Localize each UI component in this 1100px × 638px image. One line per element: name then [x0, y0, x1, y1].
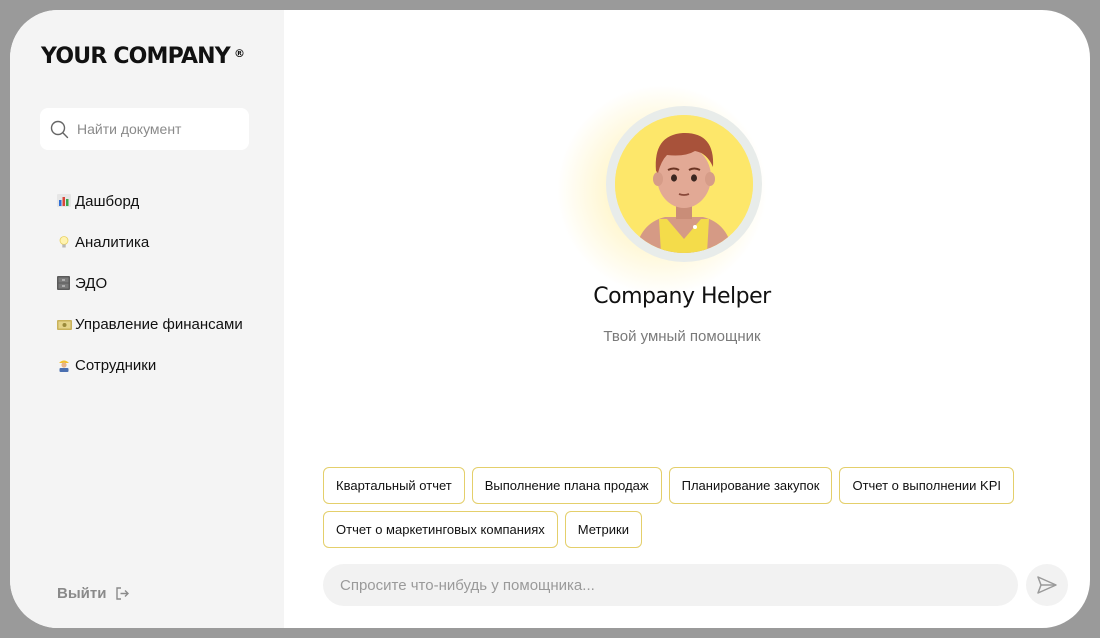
- send-button[interactable]: [1026, 564, 1068, 606]
- assistant-main: Company Helper Твой умный помощник Кварт…: [284, 10, 1090, 628]
- cabinet-icon: [57, 276, 72, 290]
- send-icon: [1037, 576, 1057, 594]
- assistant-name: Company Helper: [593, 284, 771, 309]
- chip-row: Отчет о маркетинговых компаниях Метрики: [323, 511, 1043, 548]
- company-logo: YOUR COMPANY ®: [41, 44, 245, 69]
- sidebar-item-label: Дашборд: [75, 192, 140, 210]
- search-icon: [50, 120, 69, 138]
- document-search[interactable]: [40, 108, 249, 150]
- app-window: YOUR COMPANY ® Дашборд: [10, 10, 1090, 628]
- bar-chart-icon: [57, 194, 72, 208]
- chat-input[interactable]: [340, 576, 980, 594]
- avatar: [606, 106, 762, 262]
- sidebar-item-employees[interactable]: Сотрудники: [57, 341, 243, 389]
- logout-icon: [116, 587, 130, 600]
- money-icon: [57, 317, 72, 331]
- sidebar-item-label: Аналитика: [75, 233, 150, 251]
- registered-mark: ®: [233, 47, 245, 60]
- search-input[interactable]: [77, 121, 237, 137]
- sidebar-item-label: ЭДО: [75, 274, 108, 292]
- sidebar-item-label: Управление финансами: [75, 315, 243, 333]
- chip-kpi-report[interactable]: Отчет о выполнении KPI: [839, 467, 1014, 504]
- sidebar-item-label: Сотрудники: [75, 356, 157, 374]
- worker-icon: [57, 358, 72, 372]
- sidebar: YOUR COMPANY ® Дашборд: [10, 10, 284, 628]
- logout-label: Выйти: [57, 585, 107, 602]
- chip-marketing-report[interactable]: Отчет о маркетинговых компаниях: [323, 511, 558, 548]
- sidebar-nav: Дашборд Аналитика ЭДО Управление финанса…: [57, 177, 243, 389]
- chip-metrics[interactable]: Метрики: [564, 511, 642, 548]
- chip-row: Квартальный отчет Выполнение плана прода…: [323, 467, 1043, 504]
- lightbulb-icon: [57, 235, 72, 249]
- company-name: YOUR COMPANY: [41, 44, 231, 69]
- assistant-tagline: Твой умный помощник: [603, 328, 761, 345]
- suggestion-chips: Квартальный отчет Выполнение плана прода…: [323, 467, 1043, 555]
- logout-button[interactable]: Выйти: [57, 585, 130, 602]
- chip-sales-plan[interactable]: Выполнение плана продаж: [471, 467, 662, 504]
- avatar-image: [615, 115, 753, 253]
- chip-quarterly-report[interactable]: Квартальный отчет: [323, 467, 465, 504]
- chat-input-wrap[interactable]: [323, 564, 1018, 606]
- chip-purchase-planning[interactable]: Планирование закупок: [668, 467, 833, 504]
